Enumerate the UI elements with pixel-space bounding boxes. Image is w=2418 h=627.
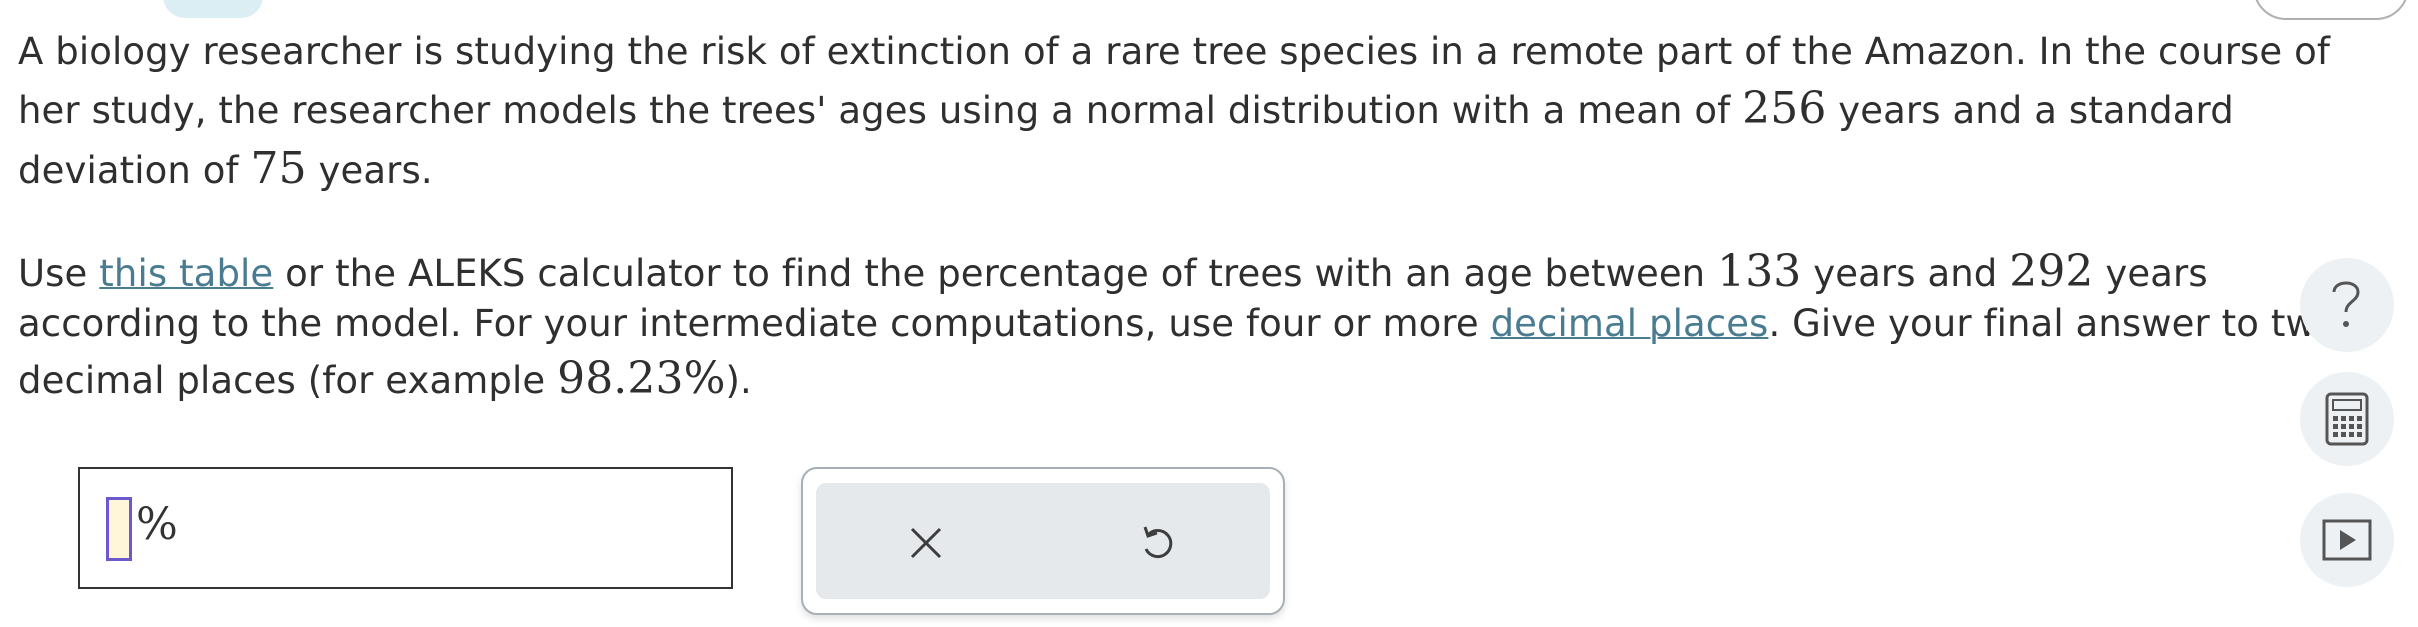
calculator-icon: [2325, 392, 2369, 446]
problem-line-3: deviation of 75 years.: [18, 140, 433, 199]
this-table-link[interactable]: this table: [99, 252, 273, 295]
instruction-text: or the ALEKS calculator to find the perc…: [273, 252, 1718, 295]
calculator-button[interactable]: [2300, 372, 2394, 466]
top-right-button[interactable]: [2253, 0, 2409, 20]
high-value: 292: [2009, 246, 2094, 297]
instruction-line-2: according to the model. For your interme…: [18, 295, 2339, 352]
instruction-text: years and: [1801, 252, 2010, 295]
problem-line-1: A biology researcher is studying the ris…: [18, 23, 2330, 80]
answer-tools-panel: [816, 483, 1270, 599]
play-icon: [2322, 519, 2372, 561]
example-value: 98.23%: [557, 353, 726, 404]
percent-unit: %: [136, 499, 178, 550]
help-button[interactable]: [2300, 258, 2394, 352]
instruction-text: years: [2093, 252, 2208, 295]
instruction-text: decimal places (for example: [18, 359, 558, 402]
instruction-text: ).: [725, 359, 752, 402]
video-button[interactable]: [2300, 493, 2394, 587]
instruction-text: . Give your final answer to two: [1768, 302, 2339, 345]
instruction-line-3: decimal places (for example 98.23%).: [18, 350, 752, 409]
decimal-places-link[interactable]: decimal places: [1491, 302, 1769, 345]
instruction-line-1: Use this table or the ALEKS calculator t…: [18, 243, 2208, 302]
mean-value: 256: [1742, 83, 1827, 134]
problem-text: years.: [306, 149, 433, 192]
top-collapse-tab[interactable]: [163, 0, 263, 18]
answer-box: %: [78, 467, 733, 589]
instruction-text: according to the model. For your interme…: [18, 302, 1491, 345]
problem-text: years and a standard: [1826, 89, 2234, 132]
low-value: 133: [1717, 246, 1802, 297]
question-icon: [2332, 281, 2360, 327]
answer-tools: [801, 467, 1285, 615]
clear-button[interactable]: [904, 521, 948, 565]
problem-line-2: her study, the researcher models the tre…: [18, 80, 2234, 139]
undo-button[interactable]: [1136, 521, 1180, 565]
problem-text: A biology researcher is studying the ris…: [18, 30, 2330, 73]
x-icon: [910, 527, 942, 559]
instruction-text: Use: [18, 252, 100, 295]
sd-value: 75: [250, 143, 307, 194]
problem-text: her study, the researcher models the tre…: [18, 89, 1743, 132]
answer-input[interactable]: [106, 497, 132, 561]
undo-icon: [1143, 526, 1173, 559]
problem-text: deviation of: [18, 149, 251, 192]
